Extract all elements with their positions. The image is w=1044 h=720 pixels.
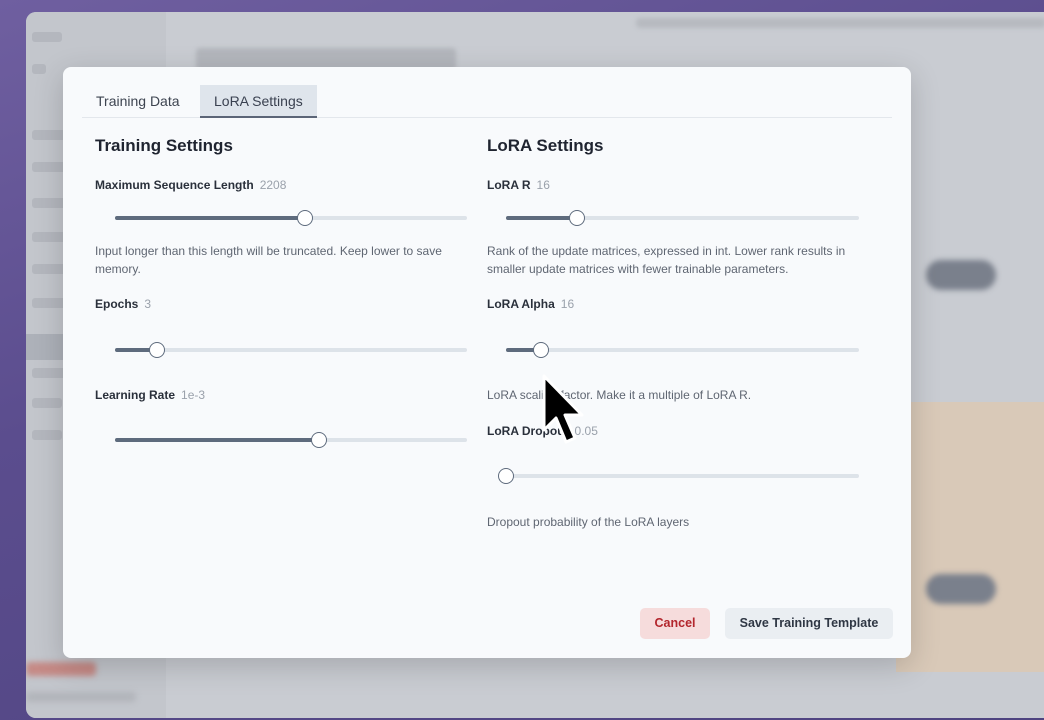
tab-bar: Training Data LoRA Settings xyxy=(82,85,892,118)
epochs-label: Epochs 3 xyxy=(95,297,151,311)
slider-track xyxy=(506,474,859,478)
background-button xyxy=(926,574,996,604)
learning-rate-value: 1e-3 xyxy=(181,388,206,402)
lora-dropout-value: 0.05 xyxy=(574,424,598,438)
lora-dropout-label-text: LoRA Dropout xyxy=(487,424,569,438)
lora-r-value: 16 xyxy=(536,178,550,192)
slider-thumb[interactable] xyxy=(297,210,314,226)
slider-fill xyxy=(115,216,306,220)
tab-lora-settings[interactable]: LoRA Settings xyxy=(200,85,317,118)
lora-alpha-label: LoRA Alpha 16 xyxy=(487,297,574,311)
max-sequence-length-slider[interactable] xyxy=(115,210,467,226)
lora-r-help: Rank of the update matrices, expressed i… xyxy=(487,244,846,276)
save-training-template-button[interactable]: Save Training Template xyxy=(725,608,893,639)
background-footer-text xyxy=(26,692,136,702)
max-sequence-length-label: Maximum Sequence Length 2208 xyxy=(95,178,286,192)
lora-alpha-label-text: LoRA Alpha xyxy=(487,297,555,311)
max-sequence-length-value: 2208 xyxy=(259,178,287,192)
lora-alpha-help: LoRA scaling factor. Make it a multiple … xyxy=(487,388,752,402)
slider-thumb[interactable] xyxy=(311,432,328,448)
cancel-button[interactable]: Cancel xyxy=(640,608,710,639)
slider-track xyxy=(506,348,859,352)
lora-settings-title: LoRA Settings xyxy=(487,136,604,155)
lora-alpha-value: 16 xyxy=(560,297,575,311)
epochs-label-text: Epochs xyxy=(95,297,139,311)
background-button xyxy=(926,260,996,290)
learning-rate-label-text: Learning Rate xyxy=(95,388,176,402)
lora-alpha-slider[interactable] xyxy=(506,342,859,358)
tab-training-data[interactable]: Training Data xyxy=(82,85,194,118)
learning-rate-slider[interactable] xyxy=(115,432,467,448)
slider-fill xyxy=(506,216,577,220)
lora-r-slider[interactable] xyxy=(506,210,859,226)
epochs-slider[interactable] xyxy=(115,342,467,358)
max-sequence-length-label-text: Maximum Sequence Length xyxy=(95,178,254,192)
lora-dropout-slider[interactable] xyxy=(498,468,859,484)
lora-dropout-label: LoRA Dropout 0.05 xyxy=(487,424,598,438)
lora-r-label: LoRA R 16 xyxy=(487,178,550,192)
training-template-modal: Training Data LoRA Settings Training Set… xyxy=(63,67,911,658)
background-topbar xyxy=(636,18,1044,28)
slider-fill xyxy=(115,438,320,442)
slider-track xyxy=(115,348,467,352)
learning-rate-label: Learning Rate 1e-3 xyxy=(95,388,205,402)
lora-dropout-help: Dropout probability of the LoRA layers xyxy=(487,515,690,529)
background-panel xyxy=(896,402,1044,672)
lora-r-label-text: LoRA R xyxy=(487,178,531,192)
background-footer-link xyxy=(26,662,96,676)
slider-thumb[interactable] xyxy=(568,210,585,226)
slider-thumb[interactable] xyxy=(498,468,514,484)
max-sequence-length-help: Input longer than this length will be tr… xyxy=(95,244,442,276)
slider-thumb[interactable] xyxy=(533,342,550,358)
epochs-value: 3 xyxy=(144,297,152,311)
training-settings-title: Training Settings xyxy=(95,136,233,155)
slider-thumb[interactable] xyxy=(149,342,166,358)
